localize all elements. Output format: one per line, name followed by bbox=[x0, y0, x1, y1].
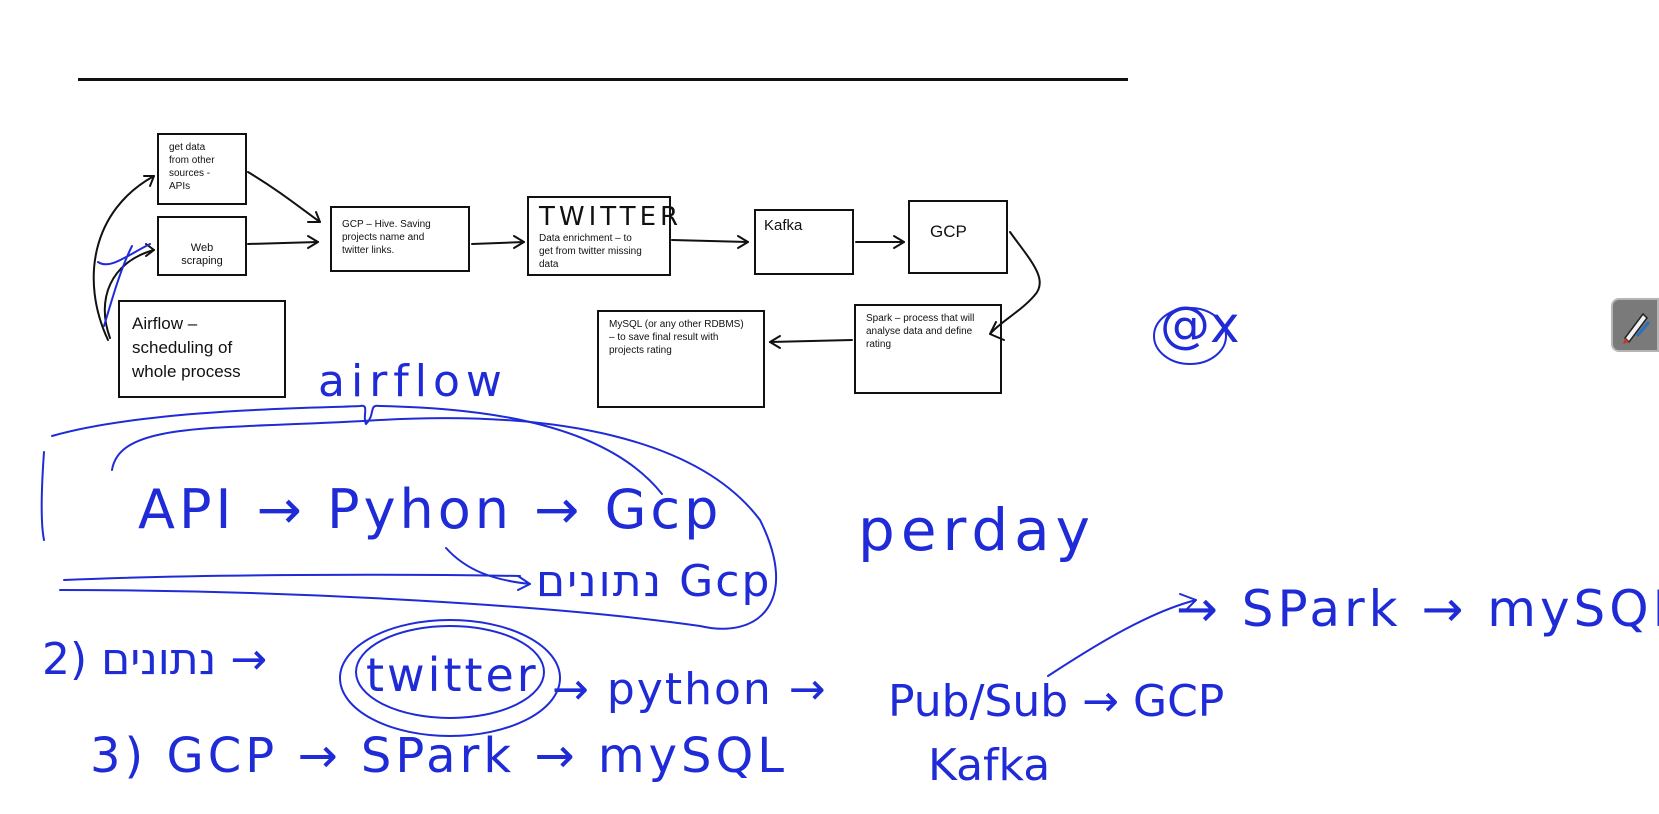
arrow-airflow-to-apis-head bbox=[143, 175, 155, 187]
box-web-scraping-label: Web scraping bbox=[181, 242, 223, 267]
arrow-kafka-to-gcp-head bbox=[893, 235, 905, 249]
arrow-web-to-hive-head bbox=[307, 235, 319, 249]
box-spark: Spark – process that will analyse data a… bbox=[854, 304, 1002, 394]
ink-underline-1 bbox=[63, 573, 521, 581]
diagram-strokes bbox=[40, 171, 1227, 737]
box-airflow-label: Airflow – scheduling of whole process bbox=[132, 314, 241, 381]
arrow-twitter-to-kafka-head bbox=[737, 235, 749, 249]
annotation-kafka: Kafka bbox=[928, 740, 1051, 791]
annotation-at-x: @x bbox=[1160, 296, 1240, 354]
annotation-airflow: airflow bbox=[318, 356, 508, 407]
arrow-spark-to-mysql bbox=[769, 339, 853, 343]
box-gcp: GCP bbox=[908, 200, 1008, 274]
ink-arrow-python-to-gcp bbox=[445, 547, 531, 585]
box-mysql-label: MySQL (or any other RDBMS) – to save fin… bbox=[609, 319, 744, 356]
ink-arrow-to-spark-mysql bbox=[1047, 599, 1197, 677]
box-twitter: TWITTER Data enrichment – to get from tw… bbox=[527, 196, 683, 276]
annotation-line2-pubsub: Pub/Sub → GCP bbox=[888, 676, 1225, 727]
box-get-data-apis-label: get data from other sources - APIs bbox=[169, 142, 215, 192]
pen-tool-button[interactable] bbox=[1611, 298, 1659, 352]
box-web-scraping: Web scraping bbox=[157, 216, 247, 276]
ink-left-bracket bbox=[40, 451, 45, 541]
box-kafka-label: Kafka bbox=[764, 217, 803, 234]
box-gcp-hive: GCP – Hive. Saving projects name and twi… bbox=[330, 206, 470, 272]
annotation-line1-sub: נתונים Gcp bbox=[536, 556, 772, 607]
annotation-spark-mysql: → SPark → mySQL bbox=[1176, 580, 1659, 638]
box-gcp-hive-label: GCP – Hive. Saving projects name and twi… bbox=[342, 219, 431, 256]
annotation-line1: API → Pyhon → Gcp bbox=[138, 478, 723, 541]
arrow-apis-to-hive-head bbox=[307, 211, 321, 223]
annotation-line3: 3) GCP → SPark → mySQL bbox=[90, 728, 789, 784]
box-kafka: Kafka bbox=[754, 209, 854, 275]
arrow-airflow-to-web-head bbox=[145, 243, 155, 257]
arrow-hive-to-twitter bbox=[471, 241, 525, 245]
ink-arrow-python-to-gcp-head bbox=[517, 575, 531, 591]
box-airflow: Airflow – scheduling of whole process bbox=[118, 300, 286, 398]
annotation-line2-twitter: twitter bbox=[366, 648, 539, 702]
box-get-data-apis: get data from other sources - APIs bbox=[157, 133, 247, 205]
arrow-hive-to-twitter-head bbox=[513, 235, 525, 249]
whiteboard-canvas[interactable]: get data from other sources - APIs Web s… bbox=[0, 0, 1659, 814]
pen-icon bbox=[1623, 312, 1651, 344]
annotation-perday: perday bbox=[858, 496, 1097, 564]
box-twitter-title: TWITTER bbox=[539, 202, 683, 232]
annotation-line2-prefix: 2) נתונים → bbox=[42, 634, 268, 685]
page-top-rule bbox=[78, 78, 1128, 81]
annotation-line2-python: → python → bbox=[552, 664, 828, 715]
box-mysql: MySQL (or any other RDBMS) – to save fin… bbox=[597, 310, 765, 408]
arrow-apis-to-hive bbox=[247, 171, 321, 223]
box-twitter-label: Data enrichment – to get from twitter mi… bbox=[539, 233, 642, 270]
arrow-web-to-hive bbox=[247, 241, 319, 245]
arrow-spark-to-mysql-head bbox=[769, 335, 781, 349]
arrow-twitter-to-kafka bbox=[671, 239, 749, 243]
box-gcp-label: GCP bbox=[930, 222, 967, 241]
box-spark-label: Spark – process that will analyse data a… bbox=[866, 313, 975, 350]
